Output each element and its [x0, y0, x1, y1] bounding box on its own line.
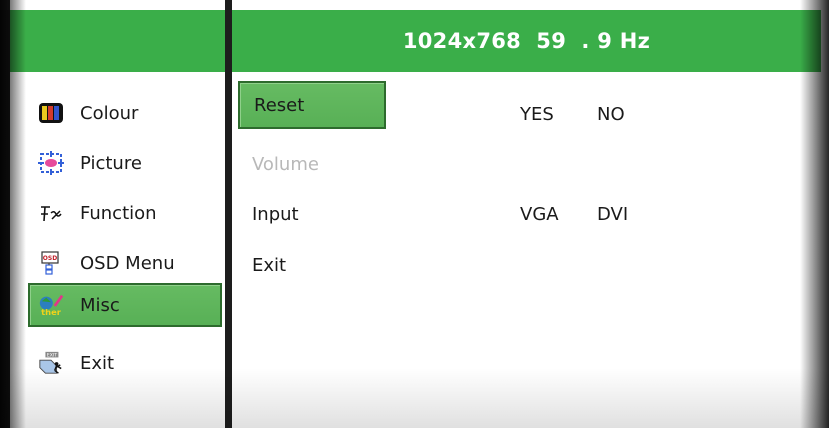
option-input[interactable]: Input	[238, 194, 299, 234]
menu-item-label: Exit	[80, 352, 115, 374]
misc-icon: ther	[38, 292, 64, 318]
menu-header-bar	[10, 10, 225, 72]
panel-divider	[225, 0, 232, 428]
menu-item-label: Misc	[80, 294, 120, 316]
menu-item-picture[interactable]: Picture	[30, 143, 220, 183]
picture-icon	[38, 150, 64, 176]
menu-item-label: Function	[80, 202, 157, 224]
menu-item-osd-menu[interactable]: OSD OSD Menu	[30, 243, 220, 283]
menu-item-colour[interactable]: Colour	[30, 93, 220, 133]
svg-text:OSD: OSD	[43, 255, 57, 262]
osd-menu-icon: OSD	[38, 250, 64, 276]
menu-item-label: OSD Menu	[80, 252, 175, 274]
menu-item-exit[interactable]: EXIT Exit	[30, 343, 220, 383]
option-label: Volume	[252, 153, 319, 175]
reset-no-option[interactable]: NO	[597, 104, 625, 125]
option-label: Exit	[252, 254, 287, 276]
option-volume: Volume	[238, 144, 319, 184]
svg-text:EXIT: EXIT	[47, 353, 57, 359]
option-label: Input	[252, 203, 299, 225]
menu-item-label: Colour	[80, 102, 139, 124]
option-exit[interactable]: Exit	[238, 245, 286, 285]
menu-item-misc[interactable]: ther Misc	[28, 283, 222, 327]
resolution-header: 1024x768 59 . 9 Hz	[232, 10, 821, 72]
option-reset-highlight: Reset	[238, 81, 386, 129]
menu-item-function[interactable]: Function	[30, 193, 220, 233]
colour-bars-icon	[38, 100, 64, 126]
function-icon	[38, 200, 64, 226]
option-reset[interactable]: Reset	[238, 81, 386, 129]
svg-text:ther: ther	[41, 307, 62, 317]
option-label: Reset	[254, 94, 305, 116]
input-vga-option[interactable]: VGA	[520, 204, 559, 225]
input-dvi-option[interactable]: DVI	[597, 204, 628, 225]
menu-item-label: Picture	[80, 152, 142, 174]
reset-yes-option[interactable]: YES	[520, 104, 554, 125]
exit-icon: EXIT	[38, 350, 64, 376]
